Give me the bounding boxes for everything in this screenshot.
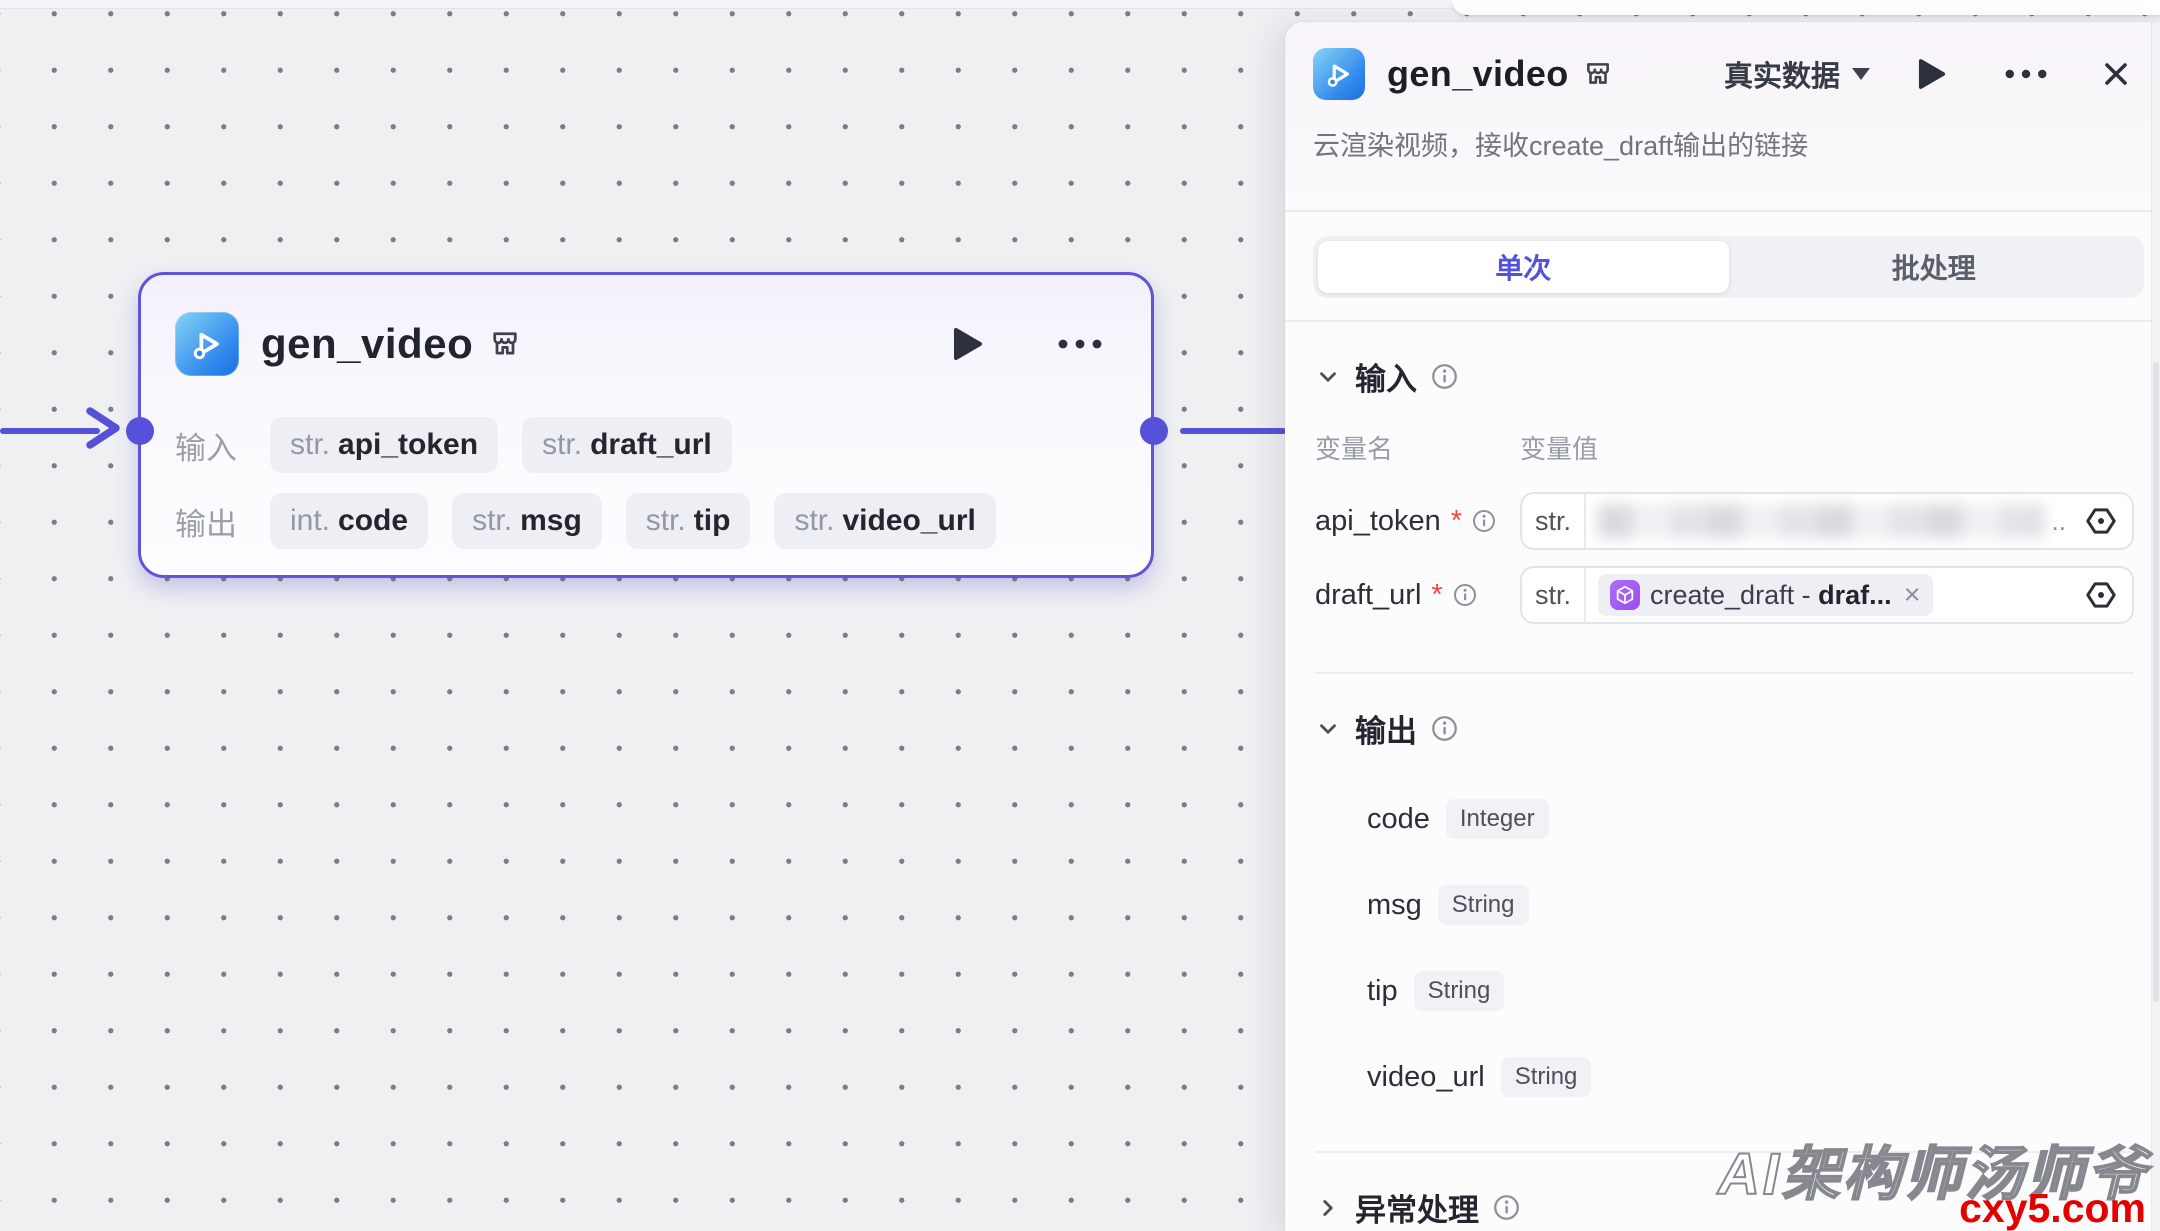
chevron-right-icon[interactable] [1315, 1195, 1341, 1221]
node-header: gen_video [175, 305, 1117, 383]
tag-name: tip [694, 504, 731, 538]
api-token-value-input[interactable]: str. .. [1520, 492, 2134, 550]
tag-type: str. [290, 428, 330, 462]
node-output-port[interactable] [1140, 417, 1168, 445]
output-row-tip: tip String [1315, 967, 2134, 1015]
column-variable-value: 变量值 [1520, 429, 1598, 466]
type-badge: String [1501, 1057, 1592, 1097]
gen-video-node[interactable]: gen_video 输入 str. api_token str. d [138, 272, 1154, 578]
variable-name: api_token [1315, 505, 1441, 538]
output-row-msg: msg String [1315, 881, 2134, 929]
output-row-video-url: video_url String [1315, 1053, 2134, 1101]
reference-chip-create-draft[interactable]: create_draft - draf... × [1598, 574, 1933, 616]
data-mode-dropdown[interactable]: 真实数据 [1724, 53, 1870, 95]
tag-type: str. [472, 504, 512, 538]
exception-section-title: 异常处理 [1355, 1185, 1479, 1230]
type-prefix: str. [1522, 568, 1586, 622]
node-output-row: 输出 int. code str. msg str. tip str. vide… [175, 493, 1117, 549]
node-description: 云渲染视频，接收create_draft输出的链接 [1313, 124, 2132, 163]
background-window-strip [1452, 0, 2160, 15]
outgoing-edge [1180, 428, 1286, 434]
output-section: 输出 code Integer msg String tip String vi… [1285, 674, 2160, 1153]
type-badge: Integer [1446, 799, 1549, 839]
tag-name: msg [520, 504, 582, 538]
type-badge: String [1414, 971, 1505, 1011]
required-asterisk: * [1451, 505, 1462, 538]
tag-name: code [338, 504, 408, 538]
tag-name: api_token [338, 428, 478, 462]
info-icon[interactable] [1431, 715, 1458, 742]
panel-title: gen_video [1387, 53, 1569, 95]
variable-name: draft_url [1315, 579, 1421, 612]
output-tag-tip[interactable]: str. tip [626, 493, 751, 549]
tag-name: video_url [842, 504, 975, 538]
tag-type: str. [794, 504, 834, 538]
tag-type: str. [646, 504, 686, 538]
masked-secret-value [1598, 504, 2044, 538]
panel-scrollbar[interactable] [2151, 22, 2160, 1231]
tag-type: str. [542, 428, 582, 462]
chevron-down-icon[interactable] [1315, 716, 1341, 742]
reference-toggle-icon[interactable] [2078, 503, 2124, 539]
input-section-title: 输入 [1355, 354, 1417, 399]
scrollbar-thumb[interactable] [2153, 362, 2159, 1002]
output-name: tip [1367, 975, 1398, 1008]
draft-url-value-input[interactable]: str. create_draft - draf... × [1520, 566, 2134, 624]
input-tag-api-token[interactable]: str. api_token [270, 417, 498, 473]
output-name: video_url [1367, 1061, 1485, 1094]
panel-more-button[interactable] [2004, 68, 2048, 80]
node-title: gen_video [261, 320, 473, 368]
input-tag-draft-url[interactable]: str. draft_url [522, 417, 732, 473]
panel-header: gen_video 真实数据 [1285, 22, 2160, 212]
chevron-down-icon[interactable] [1315, 364, 1341, 390]
video-plugin-icon [1313, 48, 1365, 100]
output-tag-video-url[interactable]: str. video_url [774, 493, 995, 549]
node-run-button[interactable] [953, 327, 983, 361]
column-variable-name: 变量名 [1315, 429, 1520, 466]
info-icon[interactable] [1493, 1194, 1520, 1221]
panel-run-button[interactable] [1918, 58, 1946, 90]
output-name: msg [1367, 889, 1422, 922]
tab-batch[interactable]: 批处理 [1729, 241, 2140, 293]
masked-suffix: .. [2052, 506, 2066, 537]
info-icon[interactable] [1453, 583, 1477, 607]
caret-down-icon [1852, 68, 1870, 80]
reference-toggle-icon[interactable] [2078, 577, 2124, 613]
store-icon [489, 328, 521, 360]
node-more-button[interactable] [1057, 338, 1103, 350]
node-output-label: 输出 [175, 499, 270, 544]
info-icon[interactable] [1431, 363, 1458, 390]
node-input-label: 输入 [175, 423, 270, 468]
node-input-row: 输入 str. api_token str. draft_url [175, 417, 1117, 473]
remove-reference-icon[interactable]: × [1904, 579, 1921, 612]
output-tag-msg[interactable]: str. msg [452, 493, 602, 549]
output-name: code [1367, 803, 1430, 836]
type-prefix: str. [1522, 494, 1586, 548]
edge-arrowhead-icon [76, 401, 130, 455]
output-section-title: 输出 [1355, 706, 1417, 751]
reference-field: draf... [1818, 580, 1892, 610]
node-config-panel: gen_video 真实数据 [1285, 22, 2160, 1231]
video-plugin-icon [175, 312, 239, 376]
node-input-port[interactable] [126, 417, 154, 445]
output-row-code: code Integer [1315, 795, 2134, 843]
exception-section: 异常处理 [1285, 1153, 2160, 1230]
variable-row-api-token: api_token * str. .. [1315, 492, 2134, 550]
tag-type: int. [290, 504, 330, 538]
panel-close-button[interactable] [2100, 58, 2132, 90]
variable-row-draft-url: draft_url * str. create_draft - draf... [1315, 566, 2134, 624]
required-asterisk: * [1431, 579, 1442, 612]
info-icon[interactable] [1472, 509, 1496, 533]
cube-icon [1610, 580, 1640, 610]
tag-name: draft_url [590, 428, 712, 462]
type-badge: String [1438, 885, 1529, 925]
run-mode-tabs: 单次 批处理 [1285, 212, 2160, 322]
tab-single-run[interactable]: 单次 [1318, 241, 1729, 293]
store-icon [1583, 59, 1613, 89]
data-mode-label: 真实数据 [1724, 53, 1840, 95]
output-tag-code[interactable]: int. code [270, 493, 428, 549]
reference-source: create_draft - [1650, 580, 1818, 610]
input-section: 输入 变量名 变量值 api_token * str. .. [1285, 322, 2160, 674]
